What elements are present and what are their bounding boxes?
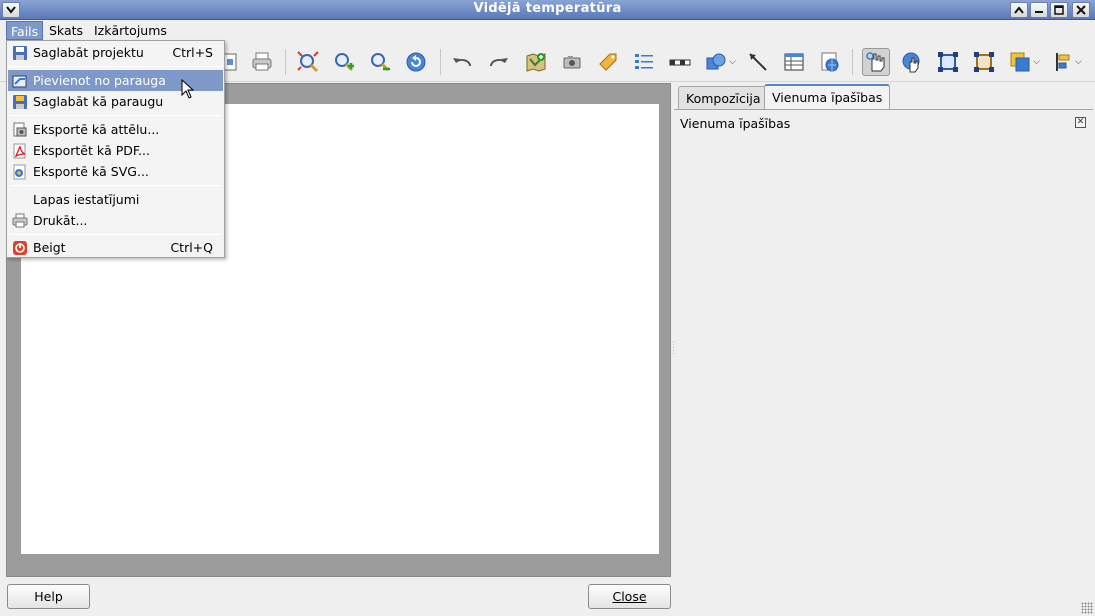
align-dropdown-arrow[interactable]: ⌵ [1075,57,1082,67]
window-shade-button[interactable] [1010,2,1028,18]
menu-item-quit[interactable]: Beigt Ctrl+Q [8,237,223,258]
redo-icon [489,58,508,67]
ungroup-items-icon [974,52,994,72]
toolbar-add-label-button[interactable] [594,48,622,76]
window-maximize-button[interactable] [1050,2,1068,18]
close-button[interactable]: Close [588,584,671,609]
toolbar-add-shape-button[interactable] [702,48,730,76]
toolbar-add-legend-button[interactable] [630,48,658,76]
toolbar-zoom-out-button[interactable] [366,48,394,76]
menu-item-export-svg[interactable]: Eksportē kā SVG... [8,161,223,182]
zoom-out-icon [371,53,390,72]
toolbar-add-scalebar-button[interactable] [666,48,694,76]
menu-item-export-image[interactable]: Eksportē kā attēlu... [8,119,223,140]
menubar: Fails Skats Izkārtojums [0,20,1095,41]
help-button[interactable]: Help [7,584,90,609]
move-content-icon [902,52,920,73]
scalebar-icon [669,59,691,66]
undo-icon [453,58,472,67]
menu-item-save-project[interactable]: Saglabāt projektu Ctrl+S [8,42,223,63]
toolbar-add-table-button[interactable] [780,48,808,76]
zoom-full-icon [297,51,319,73]
toolbar-add-html-button[interactable] [816,48,844,76]
toolbar-add-map-button[interactable] [522,48,550,76]
save-icon [13,46,27,60]
shortcut-label: Ctrl+Q [170,240,213,255]
printer-icon [12,213,28,228]
menu-item-export-pdf[interactable]: Eksportēt kā PDF... [8,140,223,161]
toolbar-zoom-full-button[interactable] [294,48,322,76]
table-icon [784,53,804,71]
panel-title: Vienuma īpašības [680,116,791,131]
toolbar-move-content-button[interactable] [898,48,926,76]
toolbar-refresh-button[interactable] [402,48,430,76]
shape-icon [706,53,726,70]
toolbar-zoom-in-button[interactable] [330,48,358,76]
pointer-hand-icon [866,52,885,72]
menu-item-page-setup[interactable]: Lapas iestatījumi [8,189,223,210]
minimize-icon [1035,11,1043,13]
chevron-up-icon [1014,6,1024,14]
tab-composition[interactable]: Kompozīcija [678,86,769,110]
close-icon [1076,5,1086,15]
camera-icon [563,56,581,69]
toolbar-add-arrow-button[interactable] [744,48,772,76]
maximize-icon [1054,5,1064,15]
tab-item-properties[interactable]: Vienuma īpašības [764,84,891,110]
shortcut-label: Ctrl+S [172,45,213,60]
mouse-cursor-icon [181,79,195,99]
save-template-icon [13,95,27,109]
toolbar-print-button[interactable] [248,48,276,76]
menu-item-print[interactable]: Drukāt... [8,210,223,231]
menu-file[interactable]: Fails [6,21,44,40]
legend-icon [635,54,653,69]
group-items-icon [938,52,958,72]
window-minimize-button[interactable] [1030,2,1048,18]
printer-icon [252,52,272,71]
toolbar-undo-button[interactable] [448,48,476,76]
zoom-in-icon [335,53,354,72]
shape-dropdown-arrow[interactable]: ⌵ [729,57,736,67]
raise-items-icon [1010,52,1030,72]
toolbar-ungroup-button[interactable] [970,48,998,76]
menu-layout[interactable]: Izkārtojums [90,21,171,40]
toolbar-group-button[interactable] [934,48,962,76]
toolbar-raise-button[interactable] [1006,48,1034,76]
arrow-icon [749,53,767,71]
menu-view[interactable]: Skats [45,21,87,40]
label-tag-icon [599,53,617,71]
open-template-icon [12,75,27,88]
raise-dropdown-arrow[interactable]: ⌵ [1033,57,1040,67]
toolbar-select-move-button[interactable] [862,48,890,76]
toolbar-redo-button[interactable] [485,48,513,76]
file-menu-dropdown: Saglabāt projektu Ctrl+S Pievienot no pa… [6,40,225,258]
add-map-icon [526,53,546,72]
globe-icon [821,52,839,72]
svg-file-icon [13,164,26,180]
pdf-icon [13,143,26,159]
panel-close-icon[interactable]: ✕ [1075,117,1086,128]
align-items-icon [1056,53,1070,71]
item-properties-panel: Vienuma īpašības ✕ [674,109,1093,614]
window-close-button[interactable] [1072,2,1090,18]
toolbar-align-button[interactable] [1050,48,1078,76]
window-title: Vidējā temperatūra [473,1,622,16]
resize-grip[interactable] [1081,602,1093,614]
refresh-icon [406,52,426,72]
export-image-icon [13,122,27,137]
power-icon [13,241,27,255]
window-titlebar: Vidējā temperatūra [0,0,1095,20]
toolbar-add-image-button[interactable] [558,48,586,76]
